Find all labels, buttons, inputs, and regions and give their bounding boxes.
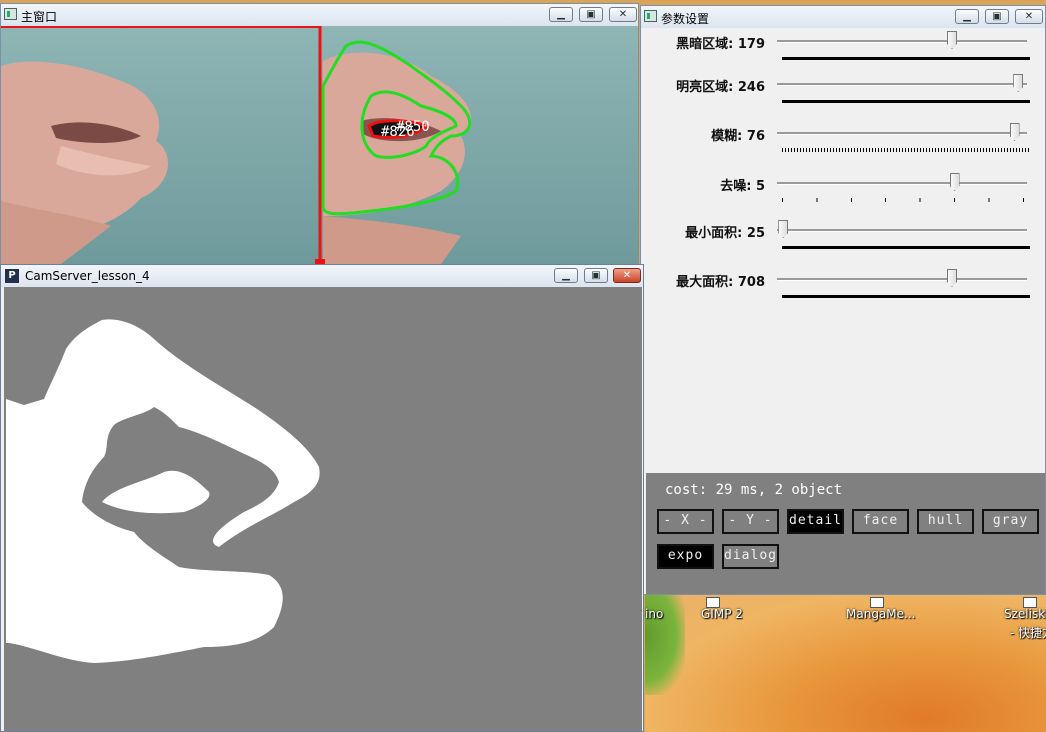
maximize-button[interactable]: ▣ (985, 9, 1009, 24)
desktop-icon-label-ino[interactable]: ino (645, 607, 663, 621)
trackbar-label: 明亮区域: 246 (676, 80, 765, 95)
app-icon: P (5, 269, 19, 283)
trackbar-max-area: 最大面积: 708 (641, 267, 1038, 315)
settings-window-title: 参数设置 (661, 12, 710, 26)
desktop-icon-label-gimp[interactable]: GIMP 2 (701, 607, 743, 621)
main-window-title: 主窗口 (21, 10, 58, 24)
trackbar-track[interactable] (777, 229, 1027, 232)
trackbar-tick-band (782, 198, 1030, 202)
minimize-button[interactable]: ▁ (955, 9, 979, 24)
trackbar-dark-area: 黑暗区域: 179 (641, 29, 1038, 77)
trackbar-label: 最小面积: 25 (685, 226, 765, 241)
y-flip-button[interactable]: - Y - (722, 509, 779, 534)
trackbar-tick-band (782, 148, 1030, 152)
trackbar-thumb[interactable] (949, 173, 960, 191)
trackbar-track[interactable] (777, 278, 1027, 281)
trackbar-thumb[interactable] (947, 31, 957, 49)
dialog-button[interactable]: dialog (722, 544, 779, 569)
settings-titlebar[interactable]: 参数设置 ▁ ▣ ✕ (641, 6, 1045, 28)
trackbar-tick-band (782, 57, 1030, 60)
trackbar-min-area: 最小面积: 25 (641, 218, 1038, 266)
main-window: 主窗口 ▁ ▣ ✕ #850 #826 (0, 3, 639, 265)
binary-mask-view (4, 287, 642, 731)
camserver-titlebar[interactable]: P CamServer_lesson_4 ▁ ▣ ✕ (1, 265, 643, 287)
trackbar-blur: 模糊: 76 (641, 121, 1038, 169)
trackbar-label: 黑暗区域: 179 (676, 37, 765, 52)
trackbar-tick-band (782, 295, 1030, 298)
trackbar-thumb[interactable] (947, 269, 957, 287)
x-flip-button[interactable]: - X - (657, 509, 714, 534)
status-text: cost: 29 ms, 2 object (665, 482, 843, 498)
detail-button[interactable]: detail (787, 509, 844, 534)
camserver-window: P CamServer_lesson_4 ▁ ▣ ✕ (0, 264, 644, 732)
hull-button[interactable]: hull (917, 509, 974, 534)
close-button[interactable]: ✕ (613, 268, 641, 283)
trackbar-thumb[interactable] (1013, 74, 1024, 92)
trackbar-thumb[interactable] (1009, 123, 1020, 141)
trackbar-thumb[interactable] (778, 220, 789, 238)
trackbar-bright-area: 明亮区域: 246 (641, 72, 1038, 120)
desktop-icon-label-shortcut[interactable]: - 快捷方 (1010, 624, 1046, 641)
face-button[interactable]: face (852, 509, 909, 534)
window-icon (4, 8, 17, 20)
maximize-button[interactable]: ▣ (584, 268, 608, 283)
gray-button[interactable]: gray (982, 509, 1039, 534)
desktop-icon-label-mangame[interactable]: MangaMe... (846, 607, 915, 621)
control-panel: cost: 29 ms, 2 object - X - - Y - detail… (646, 473, 1045, 594)
window-icon (644, 10, 657, 22)
maximize-button[interactable]: ▣ (579, 7, 603, 22)
trackbar-track[interactable] (777, 182, 1027, 185)
minimize-button[interactable]: ▁ (554, 268, 578, 283)
trackbar-denoise: 去噪: 5 (641, 171, 1038, 219)
close-button[interactable]: ✕ (609, 7, 637, 22)
camserver-window-title: CamServer_lesson_4 (25, 269, 150, 283)
desktop-icon-label-szeliski[interactable]: Szeliski (1004, 607, 1046, 621)
main-titlebar[interactable]: 主窗口 ▁ ▣ ✕ (1, 4, 638, 26)
close-button[interactable]: ✕ (1015, 9, 1043, 24)
trackbar-tick-band (782, 246, 1030, 249)
settings-window: 参数设置 ▁ ▣ ✕ 黑暗区域: 179 明亮区域: 246 模糊: 76 去噪… (640, 5, 1046, 595)
expo-button[interactable]: expo (657, 544, 714, 569)
camera-view[interactable]: #850 #826 (1, 26, 638, 264)
contour-label-826: #826 (381, 124, 415, 140)
trackbar-label: 模糊: 76 (711, 129, 765, 144)
minimize-button[interactable]: ▁ (549, 7, 573, 22)
trackbar-track[interactable] (777, 40, 1027, 43)
trackbar-tick-band (782, 100, 1030, 103)
trackbar-label: 去噪: 5 (720, 179, 765, 194)
trackbar-track[interactable] (777, 132, 1027, 135)
trackbar-label: 最大面积: 708 (676, 275, 765, 290)
trackbar-track[interactable] (777, 83, 1027, 86)
